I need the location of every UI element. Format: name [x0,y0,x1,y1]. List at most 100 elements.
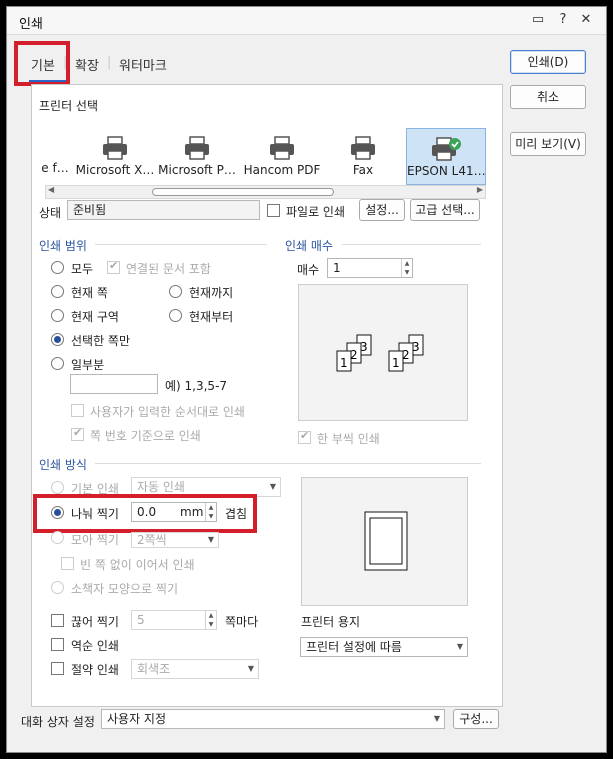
scroll-thumb[interactable] [152,188,334,196]
basic-print-option: 자동 인쇄 [137,480,185,494]
status-label: 상태 [39,206,62,220]
range-up-to-current-radio[interactable] [169,285,182,298]
copies-input[interactable]: 1 ▲ ▼ [327,258,413,278]
page-preview-graphic [364,511,408,571]
range-current-page-label: 현재 쪽 [71,286,108,300]
dropdown-arrow-icon: ▼ [269,482,276,491]
default-printer-icon [432,137,461,161]
range-up-to-current-label: 현재까지 [189,286,234,300]
user-order-label: 사용자가 입력한 순서대로 인쇄 [90,405,245,419]
dropdown-arrow-icon: ▼ [433,714,440,723]
save-print-option: 회색조 [137,662,171,676]
dialog-settings-select[interactable]: 사용자 지정 ▼ [101,709,445,729]
split-preview [301,477,468,606]
printer-list-scrollbar[interactable]: ◀ ▶ [45,185,486,199]
preview-button[interactable]: 미리 보기(V) [510,132,586,156]
range-current-page-radio[interactable] [51,285,64,298]
paper-select[interactable]: 프린터 설정에 따름 ▼ [300,637,468,657]
highlight-box-tab [14,41,70,86]
reverse-print-label: 역순 인쇄 [71,639,119,653]
printer-list[interactable]: e f… Microsoft X… Microsoft P… Hancom PD… [41,128,486,185]
printer-item-selected[interactable]: EPSON L41… [406,128,486,185]
close-icon[interactable]: ✕ [577,12,595,27]
copies-title: 인쇄 매수 [285,239,333,253]
print-method-title: 인쇄 방식 [39,458,87,472]
gather-print-radio[interactable] [51,531,64,544]
gather-print-label: 모아 찍기 [71,533,119,547]
range-some-label: 일부분 [71,358,105,372]
print-to-file-checkbox[interactable] [267,204,280,217]
tab-watermark[interactable]: 워터마크 [119,55,167,74]
tab-separator: | [107,55,112,70]
printer-item[interactable]: Fax [333,128,393,185]
divider [95,463,481,464]
basic-print-radio[interactable] [51,481,64,494]
dialog-settings-label: 대화 상자 설정 [21,715,95,729]
cut-print-input[interactable]: 5 ▲ ▼ [131,610,217,630]
page-number-based-checkbox[interactable] [71,426,84,441]
dropdown-arrow-icon: ▼ [456,642,463,651]
cancel-button[interactable]: 취소 [510,85,586,109]
printer-item[interactable]: Hancom PDF [240,128,324,185]
page-range-example: 예) 1,3,5-7 [165,379,228,393]
no-blank-label: 빈 쪽 없이 이어서 인쇄 [80,558,195,572]
range-all-radio[interactable] [51,261,64,274]
no-blank-checkbox[interactable] [61,557,74,570]
settings-button[interactable]: 설정... [359,199,405,221]
scroll-right-icon[interactable]: ▶ [477,185,483,194]
gather-option: 2쪽씩 [137,533,167,547]
printer-icon [185,136,209,160]
save-print-select[interactable]: 회색조 ▼ [131,659,259,679]
printer-icon [270,136,294,160]
range-selected-pages-radio[interactable] [51,333,64,346]
dialog-settings-value: 사용자 지정 [107,712,167,726]
cut-print-unit: 쪽마다 [225,615,259,629]
status-field: 준비됨 [67,200,260,220]
range-from-current-label: 현재부터 [189,310,234,324]
paper-label: 프린터 용지 [301,615,361,629]
save-print-checkbox[interactable] [51,662,64,675]
gather-select[interactable]: 2쪽씩 ▼ [131,532,219,548]
printer-item[interactable]: e f… [37,128,73,185]
printer-item[interactable]: Microsoft P… [157,128,237,185]
copies-value: 1 [333,261,341,275]
print-range-title: 인쇄 범위 [39,239,87,253]
scroll-left-icon[interactable]: ◀ [48,185,54,194]
title-bar: 인쇄 ▭ ? ✕ [7,7,606,35]
print-button[interactable]: 인쇄(D) [510,50,586,74]
dropdown-arrow-icon: ▼ [207,535,214,544]
save-print-label: 절약 인쇄 [71,663,119,677]
print-dialog: 인쇄 ▭ ? ✕ 기본 | 확장 | 워터마크 인쇄(D) 취소 미리 보기(V… [6,6,607,753]
page-range-input[interactable] [70,374,158,394]
range-current-section-radio[interactable] [51,309,64,322]
advanced-button[interactable]: 고급 선택... [410,199,480,221]
range-current-section-label: 현재 구역 [71,310,119,324]
cut-print-spinner[interactable]: ▲ ▼ [205,611,216,629]
printer-icon [103,136,127,160]
help-icon[interactable]: ? [554,12,572,27]
collate-label: 한 부씩 인쇄 [317,432,380,446]
config-button[interactable]: 구성... [453,709,499,729]
cut-print-value: 5 [137,613,145,627]
include-linked-checkbox[interactable] [107,259,120,274]
range-selected-pages-label: 선택한 쪽만 [71,334,131,348]
printer-item[interactable]: Microsoft X… [75,128,155,185]
tab-extend[interactable]: 확장 [75,55,99,74]
window-title: 인쇄 [19,17,43,32]
range-all-label: 모두 [71,262,94,276]
range-from-current-radio[interactable] [169,309,182,322]
include-linked-label: 연결된 문서 포함 [126,262,211,276]
copies-label: 매수 [297,263,320,277]
divider [342,244,481,245]
copies-spinner[interactable]: ▲ ▼ [401,259,412,277]
page-number-1: 1 [392,356,400,370]
collate-checkbox[interactable] [298,429,311,444]
booklet-radio[interactable] [51,581,64,594]
highlight-box-split [33,494,257,533]
help-chat-icon[interactable]: ▭ [529,12,547,27]
range-some-radio[interactable] [51,357,64,370]
reverse-print-checkbox[interactable] [51,638,64,651]
cut-print-label: 끊어 찍기 [71,615,119,629]
user-order-checkbox[interactable] [71,404,84,417]
cut-print-checkbox[interactable] [51,614,64,627]
